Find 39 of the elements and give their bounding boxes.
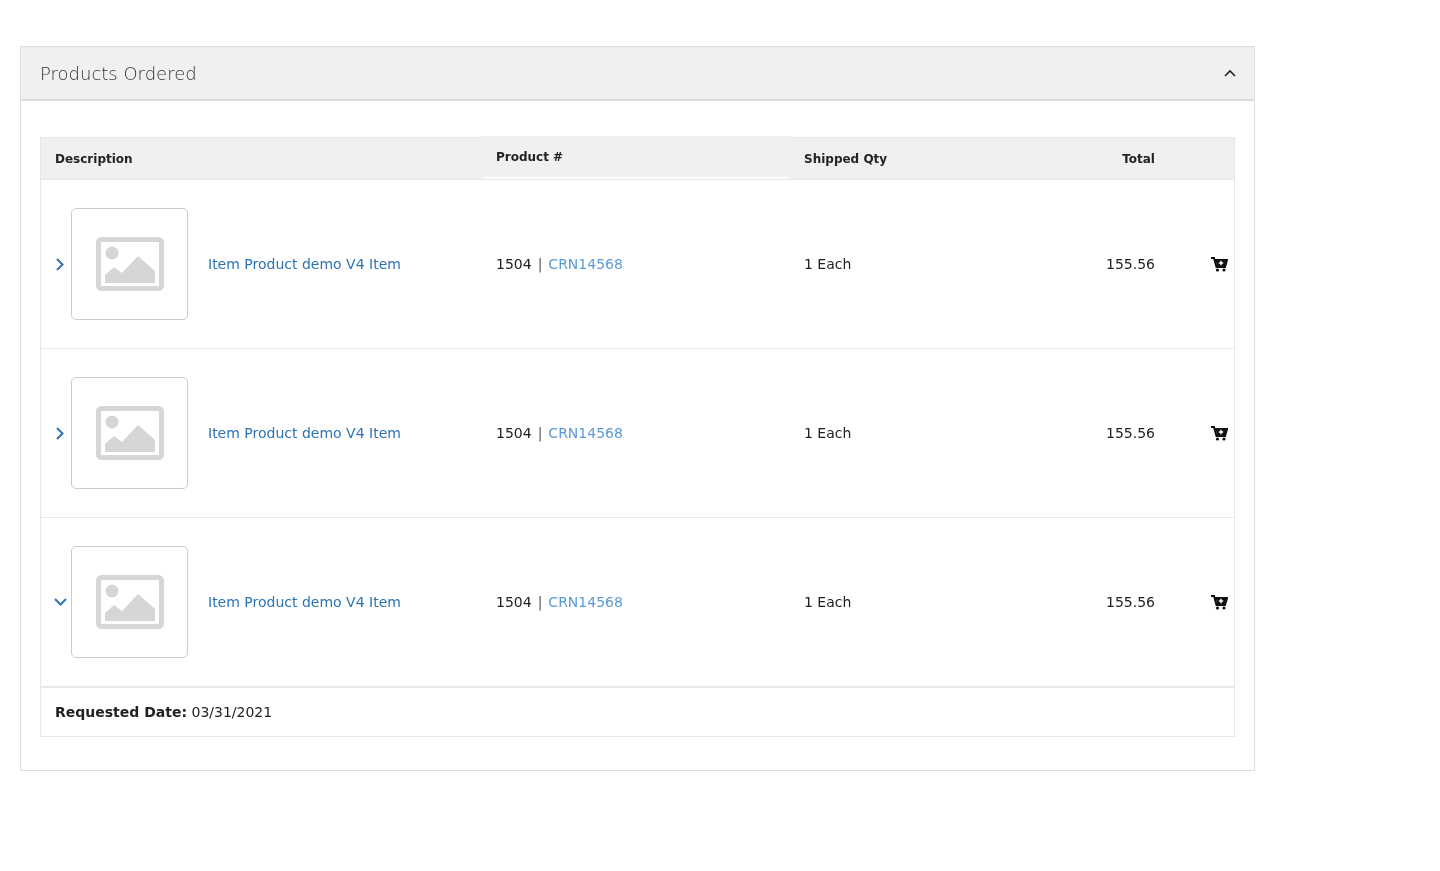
total-amount: 155.56	[1106, 594, 1155, 610]
column-header: Total	[1121, 151, 1155, 166]
shipped-qty: 1 Each	[804, 256, 852, 272]
chevron-right-icon	[56, 257, 64, 271]
image-placeholder-icon	[95, 575, 164, 629]
image-placeholder-icon	[95, 406, 164, 460]
image-placeholder-icon	[95, 237, 164, 291]
product-link[interactable]: Item Product demo V4 Item	[208, 594, 401, 610]
requested-date: Requested Date: 03/31/2021	[55, 704, 273, 720]
total-amount: 155.56	[1106, 256, 1155, 272]
add-to-cart-button[interactable]	[1209, 254, 1230, 274]
product-code-link[interactable]: CRN14568	[548, 594, 623, 610]
product-link[interactable]: Item Product demo V4 Item	[208, 256, 401, 272]
product-code-link[interactable]: CRN14568	[548, 256, 623, 272]
shipped-qty: 1 Each	[804, 594, 852, 610]
total-amount: 155.56	[1106, 425, 1155, 441]
separator: |	[537, 256, 543, 272]
chevron-down-icon	[53, 598, 67, 606]
product-link[interactable]: Item Product demo V4 Item	[208, 425, 401, 441]
chevron-right-icon	[56, 426, 64, 440]
cart-plus-icon	[1211, 256, 1228, 272]
product-number: 1504	[496, 425, 532, 441]
product-code-link[interactable]: CRN14568	[548, 425, 623, 441]
column-header: Shipped Qty	[803, 151, 889, 166]
panel-title: Products Ordered	[40, 62, 197, 84]
expand-toggle[interactable]	[51, 598, 69, 606]
add-to-cart-button[interactable]	[1209, 423, 1230, 443]
column-header: Product #	[482, 136, 790, 179]
separator: |	[537, 594, 543, 610]
separator: |	[537, 425, 543, 441]
cart-plus-icon	[1211, 425, 1228, 441]
column-header: Description	[54, 151, 134, 166]
collapse-toggle[interactable]	[1222, 67, 1238, 79]
product-number: 1504	[496, 594, 532, 610]
chevron-up-icon	[1224, 69, 1236, 77]
cart-plus-icon	[1211, 594, 1228, 610]
product-number: 1504	[496, 256, 532, 272]
add-to-cart-button[interactable]	[1209, 592, 1230, 612]
shipped-qty: 1 Each	[804, 425, 852, 441]
